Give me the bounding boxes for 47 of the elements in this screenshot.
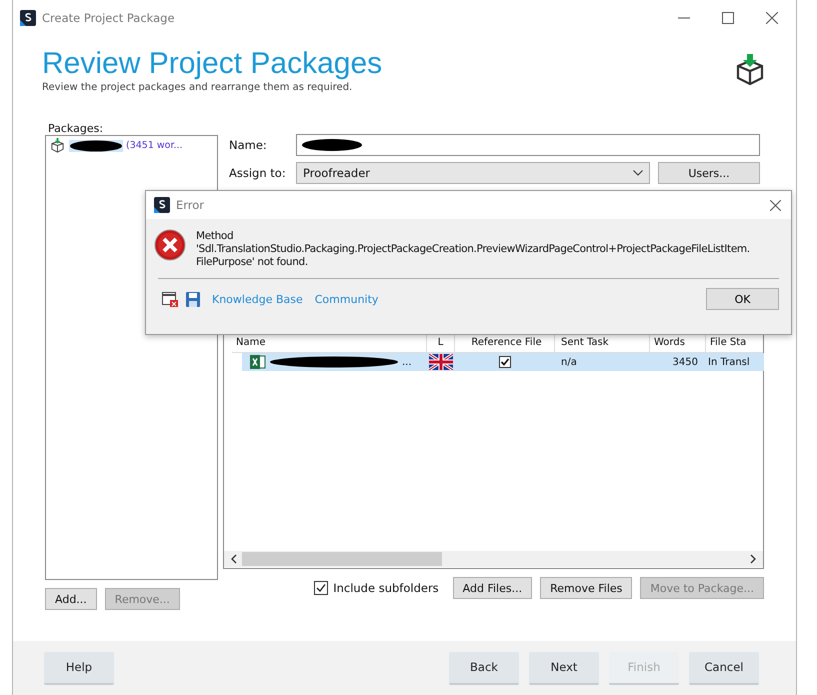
wizard-button[interactable]: Back (449, 652, 519, 684)
name-label: Name: (228, 138, 268, 152)
window-error-icon[interactable] (162, 292, 178, 306)
package-icon (734, 54, 766, 86)
ok-button[interactable]: OK (706, 288, 779, 310)
file-button[interactable]: Remove Files (540, 577, 632, 599)
redaction-mark (69, 140, 123, 152)
checkbox[interactable] (314, 581, 328, 595)
redaction-mark (301, 138, 363, 152)
table-cell-text: n/a (560, 356, 578, 368)
table-cell: ... (402, 356, 412, 368)
page-title: Review Project Packages (42, 46, 382, 82)
window-title: Create Project Package (42, 11, 175, 25)
assign-label: Assign to: (228, 166, 287, 180)
checkbox-label[interactable]: Include subfolders (333, 581, 439, 595)
assign-dropdown[interactable]: Proofreader (296, 162, 650, 184)
horizontal-scrollbar[interactable] (224, 551, 763, 567)
packages-label: Packages: (47, 122, 104, 134)
wizard-button[interactable]: Next (529, 652, 599, 684)
chevron-down-icon (633, 170, 643, 176)
users-button[interactable]: Users... (658, 162, 760, 184)
error-icon (154, 229, 186, 261)
package-item[interactable]: (3451 wor... (69, 140, 185, 152)
close-icon[interactable] (766, 12, 778, 24)
app-logo-icon (20, 10, 36, 26)
table-row[interactable]: ... n/a 3450 In Transl (242, 353, 764, 371)
scroll-left-icon[interactable] (230, 554, 238, 564)
page-subtitle: Review the project packages and rearrange them as required. (42, 82, 354, 93)
package-icon (50, 138, 65, 153)
checkbox[interactable] (499, 356, 511, 368)
app-logo-icon (154, 197, 170, 213)
spreadsheet-icon (250, 354, 266, 370)
name-field[interactable] (296, 134, 760, 156)
package-button[interactable]: Add... (45, 588, 97, 610)
flag-icon (429, 354, 453, 370)
error-message: Method 'Sdl.TranslationStudio.Packaging.ProjectPackageCreation.PreviewWizardPageControl+ProjectPackageFileListItem. FilePurpose' not found. (196, 230, 750, 269)
file-button[interactable]: Add Files... (452, 577, 532, 599)
dialog-title: Error (176, 198, 204, 212)
close-icon[interactable] (770, 200, 781, 210)
save-icon[interactable] (186, 292, 200, 306)
maximize-icon[interactable] (722, 12, 734, 24)
wizard-button[interactable]: Cancel (689, 652, 759, 684)
table-cell-text: In Transl (707, 356, 751, 368)
table-cell-text: 3450 (672, 356, 699, 368)
help-button[interactable]: Help (44, 652, 114, 684)
column-header[interactable]: File Sta (706, 334, 762, 352)
scroll-right-icon[interactable] (749, 554, 757, 564)
